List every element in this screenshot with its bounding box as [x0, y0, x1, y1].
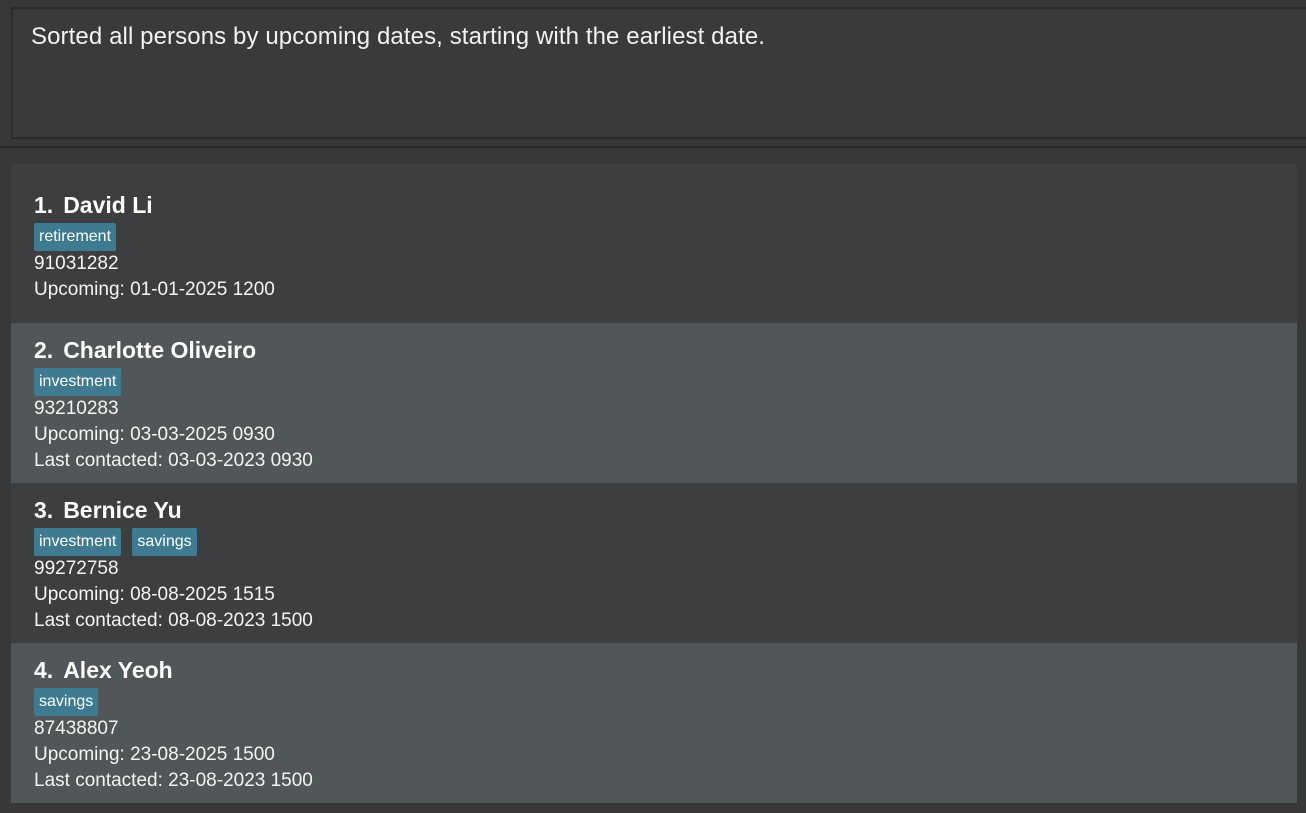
- tag-list: investment savings: [34, 528, 1297, 556]
- person-phone: 91031282: [34, 253, 119, 274]
- person-upcoming: Upcoming: 01-01-2025 1200: [34, 279, 275, 300]
- person-list-panel[interactable]: 1. David Li retirement 91031282 Upcoming:…: [0, 150, 1306, 813]
- result-display[interactable]: Sorted all persons by upcoming dates, st…: [11, 7, 1306, 139]
- person-name: David Li: [63, 192, 153, 218]
- person-upcoming: Upcoming: 03-03-2025 0930: [34, 424, 275, 445]
- tag-badge: investment: [34, 368, 122, 396]
- result-pane: Sorted all persons by upcoming dates, st…: [0, 0, 1306, 148]
- person-last-contacted: Last contacted: 23-08-2023 1500: [34, 770, 313, 791]
- person-card[interactable]: 3. Bernice Yu investment savings 99272758…: [11, 483, 1297, 643]
- tag-list: savings: [34, 688, 1297, 716]
- person-name: Alex Yeoh: [63, 657, 173, 683]
- person-upcoming: Upcoming: 23-08-2025 1500: [34, 744, 275, 765]
- tag-badge: investment: [34, 528, 122, 556]
- result-message: Sorted all persons by upcoming dates, st…: [31, 23, 766, 50]
- tag-list: investment: [34, 368, 1297, 396]
- tag-badge: savings: [132, 528, 197, 556]
- person-upcoming: Upcoming: 08-08-2025 1515: [34, 584, 275, 605]
- person-name-line: 1. David Li: [34, 190, 1297, 220]
- person-list[interactable]: 1. David Li retirement 91031282 Upcoming:…: [11, 164, 1297, 803]
- tag-list: retirement: [34, 223, 1297, 251]
- person-card[interactable]: 1. David Li retirement 91031282 Upcoming:…: [11, 164, 1297, 323]
- person-name-line: 2. Charlotte Oliveiro: [34, 335, 1297, 365]
- person-card[interactable]: 2. Charlotte Oliveiro investment 93210283…: [11, 323, 1297, 483]
- person-phone: 87438807: [34, 718, 119, 739]
- person-last-contacted: Last contacted: 08-08-2023 1500: [34, 610, 313, 631]
- person-card[interactable]: 4. Alex Yeoh savings 87438807 Upcoming: 2…: [11, 643, 1297, 803]
- person-index: 3.: [34, 497, 54, 523]
- person-name: Bernice Yu: [63, 497, 182, 523]
- person-name-line: 3. Bernice Yu: [34, 495, 1297, 525]
- person-phone: 93210283: [34, 398, 119, 419]
- tag-badge: retirement: [34, 223, 117, 251]
- person-name-line: 4. Alex Yeoh: [34, 655, 1297, 685]
- person-phone: 99272758: [34, 558, 119, 579]
- person-last-contacted: Last contacted: 03-03-2023 0930: [34, 450, 313, 471]
- tag-badge: savings: [34, 688, 99, 716]
- person-index: 2.: [34, 337, 54, 363]
- person-index: 4.: [34, 657, 54, 683]
- person-index: 1.: [34, 192, 54, 218]
- person-name: Charlotte Oliveiro: [63, 337, 257, 363]
